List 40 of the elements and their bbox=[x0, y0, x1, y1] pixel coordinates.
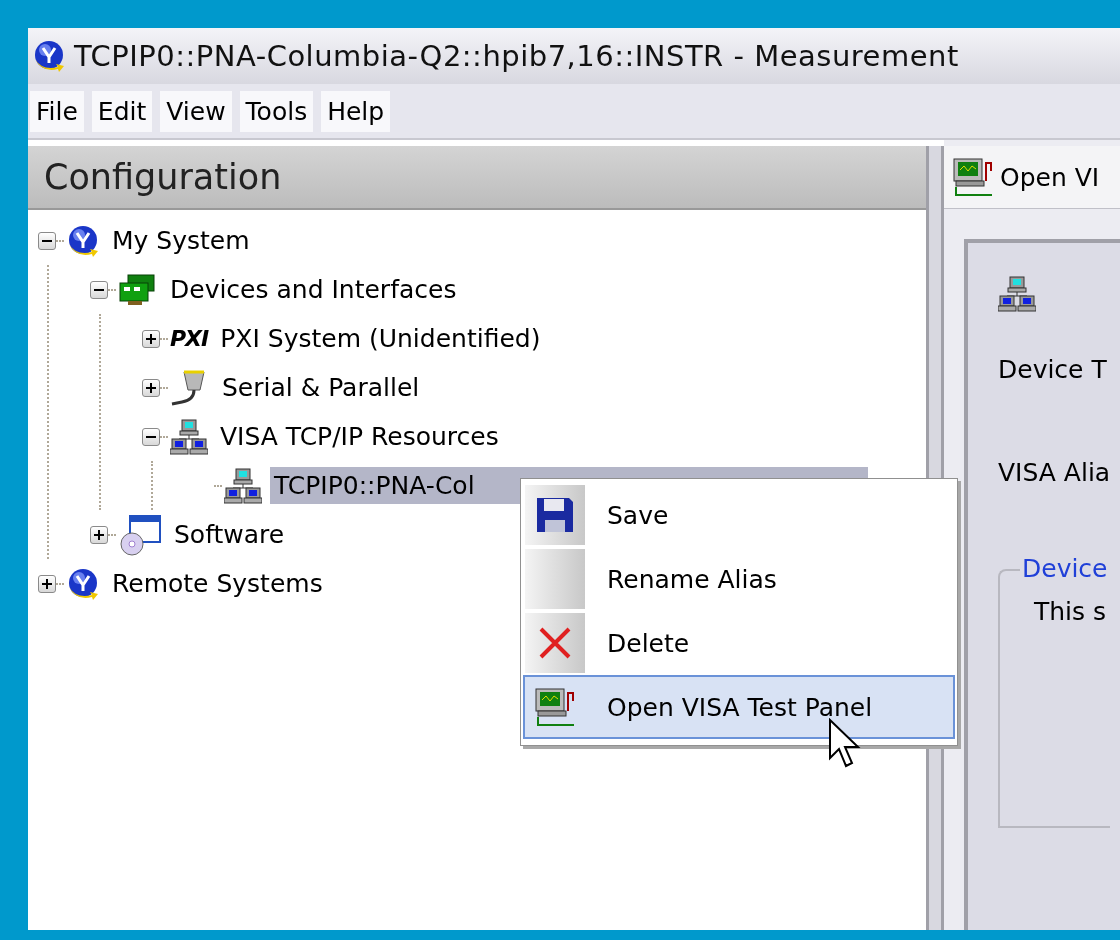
networked-computers-icon bbox=[998, 275, 1036, 313]
menu-item[interactable]: Open VISA Test Panel bbox=[523, 675, 955, 739]
cross-icon bbox=[537, 625, 573, 661]
menu-item[interactable]: Tools bbox=[239, 90, 314, 132]
globe-icon bbox=[66, 566, 100, 601]
field-label: Device T bbox=[998, 355, 1107, 384]
menu-item[interactable]: Rename Alias bbox=[523, 547, 955, 611]
app-icon bbox=[32, 39, 66, 73]
window-disc-icon bbox=[118, 513, 162, 556]
menu-item[interactable]: Save bbox=[523, 483, 955, 547]
group-text: This s bbox=[1034, 597, 1108, 626]
collapse-toggle[interactable] bbox=[38, 231, 56, 250]
tree-item[interactable]: Software bbox=[170, 516, 289, 553]
pane-header: Configuration bbox=[28, 146, 926, 210]
tree-item[interactable]: My System bbox=[108, 222, 254, 259]
globe-icon bbox=[66, 223, 100, 258]
pxi-logo: PXI bbox=[170, 326, 209, 351]
circuit-board-icon bbox=[118, 272, 158, 307]
collapse-toggle[interactable] bbox=[142, 427, 160, 446]
expand-toggle[interactable] bbox=[38, 574, 56, 593]
menu-item[interactable]: File bbox=[30, 90, 84, 132]
menu-item[interactable]: Edit bbox=[91, 90, 153, 132]
networked-computers-icon bbox=[224, 466, 262, 505]
tree-item[interactable]: Devices and Interfaces bbox=[166, 271, 461, 308]
menu-item[interactable]: Delete bbox=[523, 611, 955, 675]
tree-item[interactable]: Serial & Parallel bbox=[218, 369, 424, 406]
menu-item[interactable]: Help bbox=[321, 90, 391, 132]
window-title: TCPIP0::PNA-Columbia-Q2::hpib7,16::INSTR - Measurement bbox=[74, 39, 959, 73]
tree-item[interactable]: VISA TCP/IP Resources bbox=[216, 418, 503, 455]
expand-toggle[interactable] bbox=[90, 525, 108, 544]
networked-computers-icon bbox=[170, 417, 208, 456]
expand-toggle[interactable] bbox=[142, 378, 160, 397]
collapse-toggle[interactable] bbox=[90, 280, 108, 299]
field-label: VISA Alia bbox=[998, 458, 1111, 487]
menu-item[interactable]: View bbox=[160, 90, 232, 132]
monitor-arrow-icon bbox=[952, 157, 994, 197]
tree-item[interactable]: Remote Systems bbox=[108, 565, 327, 602]
monitor-arrow-icon bbox=[534, 687, 576, 727]
expand-toggle[interactable] bbox=[142, 329, 160, 348]
tree-item[interactable]: PXI System (Unidentified) bbox=[216, 320, 545, 357]
